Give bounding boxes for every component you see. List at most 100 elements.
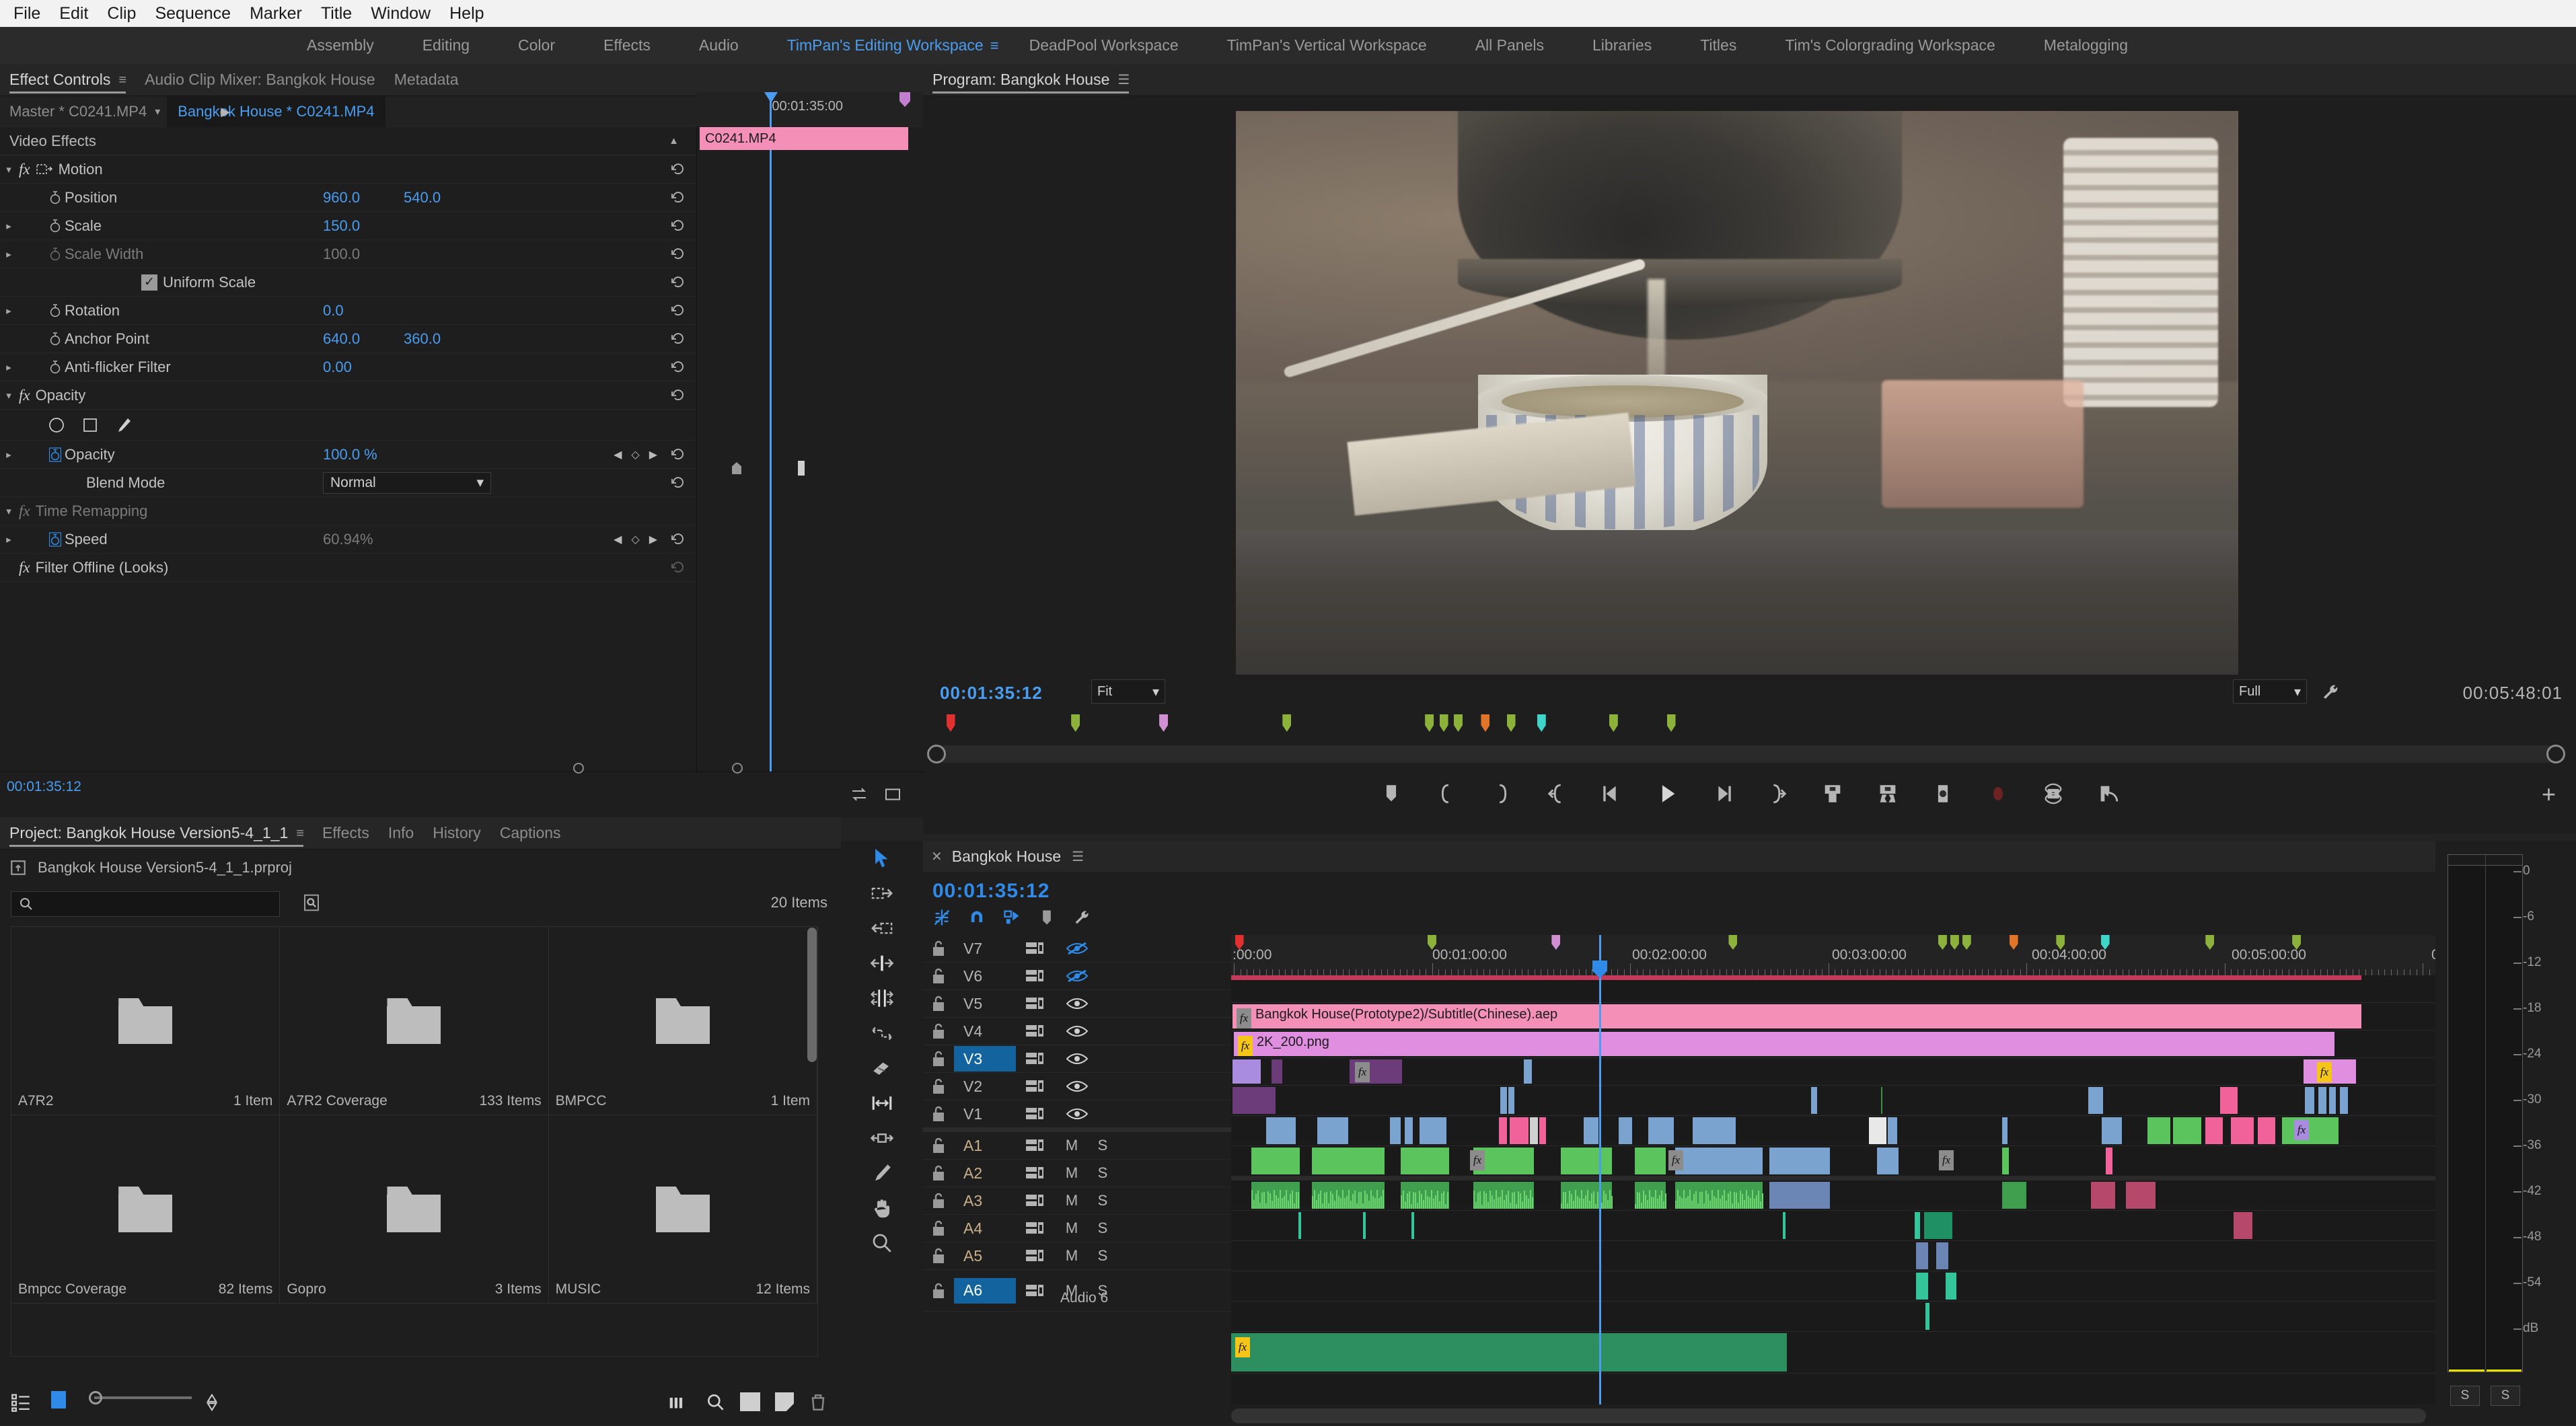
timeline-track-header-a2[interactable]: A2 M S	[923, 1160, 1231, 1187]
target-track-icon[interactable]	[1016, 1164, 1056, 1182]
timeline-clip[interactable]	[1936, 1242, 1948, 1269]
timeline-track-v5[interactable]: fx 2K_200.png	[1231, 1030, 2435, 1058]
program-marker[interactable]	[1481, 714, 1490, 732]
timeline-clip[interactable]	[1635, 1148, 1666, 1174]
zoom-level-select[interactable]: Fit ▾	[1091, 679, 1165, 704]
stopwatch-icon[interactable]	[46, 190, 65, 205]
reset-parameter-icon[interactable]	[671, 190, 686, 205]
track-lock-icon[interactable]	[923, 1078, 954, 1095]
timeline-clip[interactable]	[2205, 1117, 2223, 1144]
track-lock-icon[interactable]	[923, 995, 954, 1012]
track-lock-icon[interactable]	[923, 1247, 954, 1265]
timeline-track-a3[interactable]	[1231, 1241, 2435, 1271]
reset-parameter-icon[interactable]	[671, 476, 686, 490]
razor-tool[interactable]	[841, 1051, 923, 1086]
timeline-clip[interactable]	[2231, 1117, 2254, 1144]
program-marker[interactable]	[1506, 714, 1516, 732]
rate-stretch-tool[interactable]	[841, 1016, 923, 1051]
timeline-clip[interactable]	[1584, 1117, 1598, 1144]
timeline-track-header-v2[interactable]: V2	[923, 1073, 1231, 1100]
timeline-clip[interactable]	[1924, 1212, 1952, 1239]
reset-parameter-icon[interactable]	[671, 247, 686, 262]
timeline-settings-icon[interactable]	[1072, 908, 1091, 927]
previous-keyframe-icon[interactable]: ◀	[614, 533, 622, 546]
ripple-edit-tool[interactable]	[841, 946, 923, 981]
clip-effect-badge[interactable]: fx	[1237, 1008, 1251, 1028]
new-bin-icon[interactable]	[740, 1392, 760, 1411]
timeline-clip[interactable]	[2002, 1182, 2026, 1209]
effect-property-rotation[interactable]: ▸ Rotation 0.0	[0, 297, 696, 325]
timeline-clip[interactable]	[1363, 1212, 1366, 1239]
twirl-right-icon[interactable]: ▸	[0, 533, 17, 546]
twirl-right-icon[interactable]: ▸	[0, 248, 17, 260]
property-value-2[interactable]: 360.0	[404, 330, 441, 348]
timeline-clip[interactable]	[1769, 1182, 1830, 1209]
chevron-down-icon[interactable]: ▾	[155, 105, 160, 118]
timeline-track-a1[interactable]	[1231, 1180, 2435, 1211]
target-track-icon[interactable]	[1016, 1282, 1056, 1300]
timeline-track-header-a4[interactable]: A4 M S	[923, 1215, 1231, 1242]
timeline-track-header-v5[interactable]: V5	[923, 990, 1231, 1018]
track-lock-icon[interactable]	[923, 1105, 954, 1123]
target-track-icon[interactable]	[1016, 1247, 1056, 1265]
timeline-clip[interactable]	[1693, 1117, 1736, 1144]
project-bin[interactable]: Bmpcc Coverage 82 Items	[11, 1115, 281, 1304]
clip-effect-badge[interactable]: fx	[1470, 1150, 1485, 1170]
tab-audio-clip-mixer-bangkok-house[interactable]: Audio Clip Mixer: Bangkok House	[145, 64, 394, 96]
timeline-clip[interactable]	[1619, 1117, 1632, 1144]
timeline-clip[interactable]	[2220, 1087, 2238, 1114]
target-track-icon[interactable]	[1016, 1022, 1056, 1040]
track-visibility-icon[interactable]	[1056, 1078, 1098, 1094]
program-monitor-video[interactable]	[1236, 111, 2238, 675]
slide-tool[interactable]	[841, 1121, 923, 1156]
mute-track-button[interactable]: M	[1056, 1137, 1087, 1154]
pen-mask-icon[interactable]	[114, 416, 133, 435]
target-track-icon[interactable]	[1016, 1137, 1056, 1154]
button-editor-plus-icon[interactable]: +	[2542, 780, 2556, 809]
ellipse-mask-icon[interactable]	[47, 416, 66, 435]
timeline-clip[interactable]	[1881, 1087, 1882, 1114]
timeline-track-v6[interactable]: fx Bangkok House(Prototype2)/Subtitle(Chi…	[1231, 1003, 2435, 1030]
timeline-clip[interactable]	[1946, 1273, 1956, 1300]
stopwatch-icon[interactable]	[46, 219, 65, 233]
twirl-down-icon[interactable]: ▾	[0, 389, 17, 402]
workspace-tab-color[interactable]: Color	[494, 36, 579, 54]
timeline-clip[interactable]	[1510, 1117, 1529, 1144]
twirl-right-icon[interactable]: ▸	[0, 449, 17, 461]
timeline-clip[interactable]	[2318, 1087, 2326, 1114]
stopwatch-icon[interactable]	[46, 303, 65, 318]
mark-in-button[interactable]	[1435, 782, 1458, 805]
track-name[interactable]: A4	[954, 1219, 1016, 1238]
solo-track-button[interactable]: S	[1087, 1164, 1118, 1182]
panel-menu-icon[interactable]: ☰	[1072, 848, 1084, 865]
timeline-track-area[interactable]: fx Bangkok House(Prototype2)/Subtitle(Chi…	[1231, 975, 2435, 1404]
keyframe-marker-opacity[interactable]	[732, 462, 741, 474]
tab-info[interactable]: Info	[388, 817, 433, 850]
reset-parameter-icon[interactable]	[671, 162, 686, 177]
track-name[interactable]: V3	[954, 1046, 1016, 1072]
effect-property-speed[interactable]: ▸ Speed 60.94% ◀ ◇ ▶	[0, 525, 696, 554]
timeline-clip[interactable]	[2002, 1117, 2008, 1144]
workspace-tab-titles[interactable]: Titles	[1676, 36, 1761, 54]
property-value[interactable]: 640.0	[323, 330, 360, 348]
timeline-track-header-v3[interactable]: V3	[923, 1045, 1231, 1073]
track-select-forward-tool[interactable]	[841, 876, 923, 911]
track-lock-icon[interactable]	[923, 967, 954, 985]
timeline-clip[interactable]	[2329, 1087, 2336, 1114]
insert-overwrite-icon[interactable]	[932, 908, 951, 927]
motion-transform-icon[interactable]	[36, 162, 54, 177]
timeline-clip[interactable]	[2340, 1087, 2348, 1114]
timeline-clip[interactable]	[1266, 1117, 1296, 1144]
timeline-clip[interactable]	[1232, 1087, 1276, 1114]
close-icon[interactable]: ✕	[931, 848, 943, 865]
hand-tool[interactable]	[841, 1191, 923, 1226]
mute-track-button[interactable]: M	[1056, 1247, 1087, 1265]
property-value[interactable]: 100.0 %	[323, 446, 377, 463]
timeline-clip[interactable]	[2282, 1117, 2339, 1144]
track-lock-icon[interactable]	[923, 1137, 954, 1154]
timeline-marker[interactable]	[1551, 935, 1561, 950]
master-clip-label[interactable]: Master * C0241.MP4	[0, 103, 155, 120]
timeline-clip[interactable]	[1411, 1212, 1414, 1239]
timeline-clip[interactable]	[2258, 1117, 2275, 1144]
tab-effect-controls[interactable]: Effect Controls ≡	[9, 64, 145, 96]
